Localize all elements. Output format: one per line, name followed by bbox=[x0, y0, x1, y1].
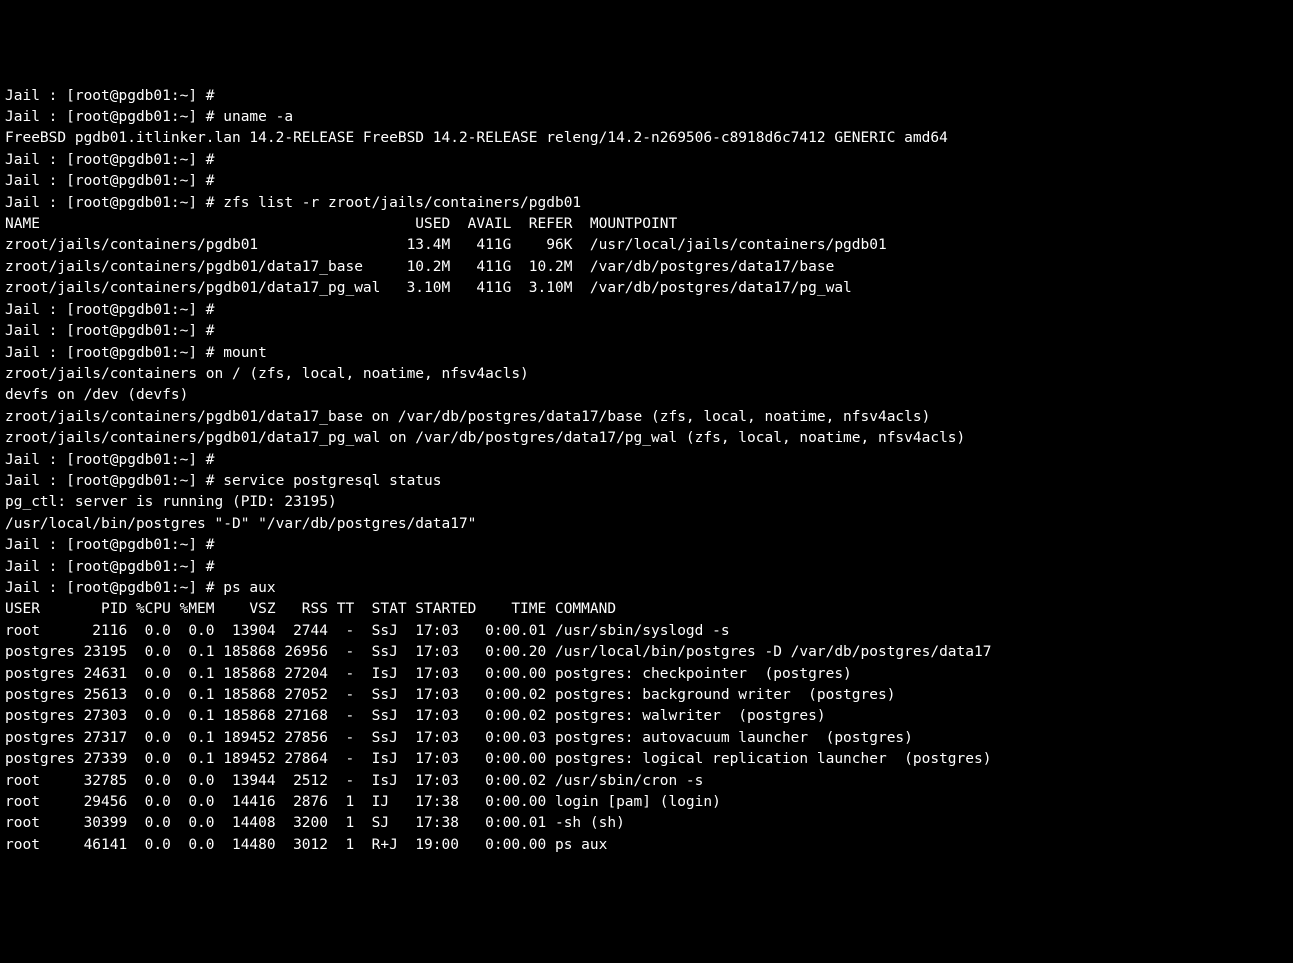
terminal-line: NAME USED AVAIL REFER MOUNTPOINT bbox=[5, 214, 1288, 235]
terminal-line: root 30399 0.0 0.0 14408 3200 1 SJ 17:38… bbox=[5, 813, 1288, 834]
terminal-line: FreeBSD pgdb01.itlinker.lan 14.2-RELEASE… bbox=[5, 128, 1288, 149]
terminal-line: Jail : [root@pgdb01:~] # uname -a bbox=[5, 107, 1288, 128]
terminal-line: postgres 27303 0.0 0.1 185868 27168 - Ss… bbox=[5, 706, 1288, 727]
terminal-line: Jail : [root@pgdb01:~] # bbox=[5, 300, 1288, 321]
terminal-line: devfs on /dev (devfs) bbox=[5, 385, 1288, 406]
terminal-line: Jail : [root@pgdb01:~] # bbox=[5, 86, 1288, 107]
terminal-line: postgres 25613 0.0 0.1 185868 27052 - Ss… bbox=[5, 685, 1288, 706]
terminal-line: zroot/jails/containers/pgdb01/data17_bas… bbox=[5, 407, 1288, 428]
terminal-line: USER PID %CPU %MEM VSZ RSS TT STAT START… bbox=[5, 599, 1288, 620]
terminal-line: zroot/jails/containers on / (zfs, local,… bbox=[5, 364, 1288, 385]
terminal-line: zroot/jails/containers/pgdb01/data17_pg_… bbox=[5, 428, 1288, 449]
terminal-line: zroot/jails/containers/pgdb01 13.4M 411G… bbox=[5, 235, 1288, 256]
terminal-line: zroot/jails/containers/pgdb01/data17_bas… bbox=[5, 257, 1288, 278]
terminal-line: Jail : [root@pgdb01:~] # bbox=[5, 535, 1288, 556]
terminal-line: root 32785 0.0 0.0 13944 2512 - IsJ 17:0… bbox=[5, 771, 1288, 792]
terminal-line: postgres 23195 0.0 0.1 185868 26956 - Ss… bbox=[5, 642, 1288, 663]
terminal-line: root 29456 0.0 0.0 14416 2876 1 IJ 17:38… bbox=[5, 792, 1288, 813]
terminal-line: pg_ctl: server is running (PID: 23195) bbox=[5, 492, 1288, 513]
terminal-line: Jail : [root@pgdb01:~] # service postgre… bbox=[5, 471, 1288, 492]
terminal-line: root 46141 0.0 0.0 14480 3012 1 R+J 19:0… bbox=[5, 835, 1288, 856]
terminal-line: Jail : [root@pgdb01:~] # bbox=[5, 171, 1288, 192]
terminal-line: Jail : [root@pgdb01:~] # bbox=[5, 150, 1288, 171]
terminal-line: postgres 24631 0.0 0.1 185868 27204 - Is… bbox=[5, 664, 1288, 685]
terminal-line: postgres 27339 0.0 0.1 189452 27864 - Is… bbox=[5, 749, 1288, 770]
terminal-line: Jail : [root@pgdb01:~] # mount bbox=[5, 343, 1288, 364]
terminal-line: zroot/jails/containers/pgdb01/data17_pg_… bbox=[5, 278, 1288, 299]
terminal-line: Jail : [root@pgdb01:~] # bbox=[5, 557, 1288, 578]
terminal-line: postgres 27317 0.0 0.1 189452 27856 - Ss… bbox=[5, 728, 1288, 749]
terminal-output[interactable]: Jail : [root@pgdb01:~] #Jail : [root@pgd… bbox=[5, 86, 1288, 857]
terminal-line: Jail : [root@pgdb01:~] # bbox=[5, 450, 1288, 471]
terminal-line: Jail : [root@pgdb01:~] # zfs list -r zro… bbox=[5, 193, 1288, 214]
terminal-line: Jail : [root@pgdb01:~] # ps aux bbox=[5, 578, 1288, 599]
terminal-line: /usr/local/bin/postgres "-D" "/var/db/po… bbox=[5, 514, 1288, 535]
terminal-line: root 2116 0.0 0.0 13904 2744 - SsJ 17:03… bbox=[5, 621, 1288, 642]
terminal-line: Jail : [root@pgdb01:~] # bbox=[5, 321, 1288, 342]
